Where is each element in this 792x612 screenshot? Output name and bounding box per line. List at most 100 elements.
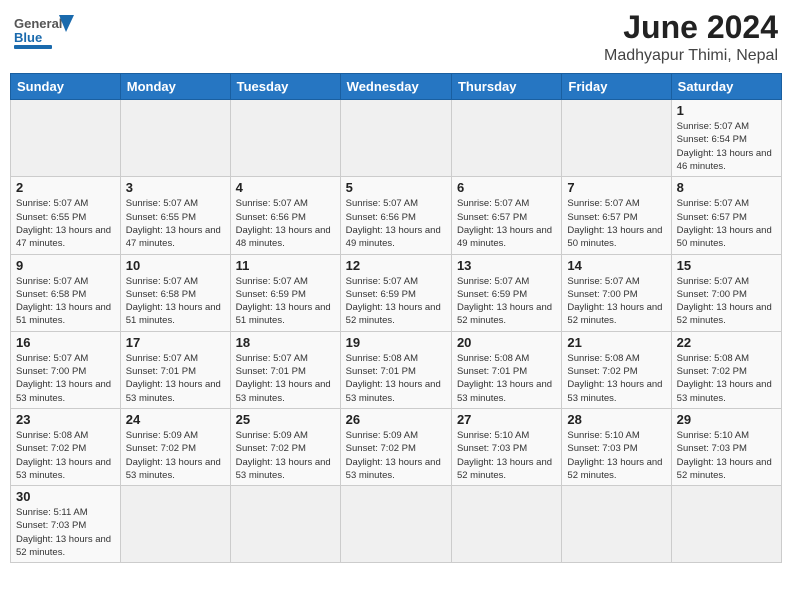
- calendar-day-cell: 28 Sunrise: 5:10 AMSunset: 7:03 PMDayligh…: [562, 408, 671, 485]
- weekday-header-row: SundayMondayTuesdayWednesdayThursdayFrid…: [11, 74, 782, 100]
- day-number: 27: [457, 412, 556, 427]
- calendar-week-row: 16 Sunrise: 5:07 AMSunset: 7:00 PMDayligh…: [11, 331, 782, 408]
- calendar-day-cell: 8 Sunrise: 5:07 AMSunset: 6:57 PMDaylight…: [671, 177, 781, 254]
- calendar-day-cell: 22 Sunrise: 5:08 AMSunset: 7:02 PMDayligh…: [671, 331, 781, 408]
- day-info: Sunrise: 5:09 AMSunset: 7:02 PMDaylight:…: [126, 429, 225, 482]
- day-number: 16: [16, 335, 115, 350]
- day-info: Sunrise: 5:07 AMSunset: 7:01 PMDaylight:…: [126, 352, 225, 405]
- day-number: 24: [126, 412, 225, 427]
- calendar-day-cell: 27 Sunrise: 5:10 AMSunset: 7:03 PMDayligh…: [451, 408, 561, 485]
- calendar-table: SundayMondayTuesdayWednesdayThursdayFrid…: [10, 73, 782, 563]
- day-number: 7: [567, 180, 665, 195]
- day-info: Sunrise: 5:07 AMSunset: 6:57 PMDaylight:…: [457, 197, 556, 250]
- day-info: Sunrise: 5:07 AMSunset: 6:54 PMDaylight:…: [677, 120, 776, 173]
- calendar-day-cell: 26 Sunrise: 5:09 AMSunset: 7:02 PMDayligh…: [340, 408, 451, 485]
- day-info: Sunrise: 5:09 AMSunset: 7:02 PMDaylight:…: [236, 429, 335, 482]
- day-number: 28: [567, 412, 665, 427]
- day-number: 13: [457, 258, 556, 273]
- svg-text:General: General: [14, 16, 62, 31]
- day-number: 22: [677, 335, 776, 350]
- calendar-day-cell: 5 Sunrise: 5:07 AMSunset: 6:56 PMDaylight…: [340, 177, 451, 254]
- calendar-day-cell: 17 Sunrise: 5:07 AMSunset: 7:01 PMDayligh…: [120, 331, 230, 408]
- weekday-header-sunday: Sunday: [11, 74, 121, 100]
- day-info: Sunrise: 5:07 AMSunset: 6:57 PMDaylight:…: [567, 197, 665, 250]
- day-info: Sunrise: 5:07 AMSunset: 6:59 PMDaylight:…: [346, 275, 446, 328]
- day-number: 5: [346, 180, 446, 195]
- calendar-day-cell: 3Sunrise: 5:07 AMSunset: 6:55 PMDaylight…: [120, 177, 230, 254]
- calendar-day-cell: 1 Sunrise: 5:07 AMSunset: 6:54 PMDaylight…: [671, 100, 781, 177]
- calendar-day-cell: 14 Sunrise: 5:07 AMSunset: 7:00 PMDayligh…: [562, 254, 671, 331]
- day-info: Sunrise: 5:07 AMSunset: 6:58 PMDaylight:…: [126, 275, 225, 328]
- day-number: 23: [16, 412, 115, 427]
- day-number: 18: [236, 335, 335, 350]
- day-number: 2: [16, 180, 115, 195]
- svg-text:Blue: Blue: [14, 30, 42, 45]
- day-number: 4: [236, 180, 335, 195]
- day-info: Sunrise: 5:07 AMSunset: 7:00 PMDaylight:…: [16, 352, 115, 405]
- calendar-day-cell: 9Sunrise: 5:07 AMSunset: 6:58 PMDaylight…: [11, 254, 121, 331]
- calendar-day-cell: 13Sunrise: 5:07 AMSunset: 6:59 PMDayligh…: [451, 254, 561, 331]
- calendar-day-cell: [120, 486, 230, 563]
- day-number: 6: [457, 180, 556, 195]
- calendar-day-cell: 4Sunrise: 5:07 AMSunset: 6:56 PMDaylight…: [230, 177, 340, 254]
- day-info: Sunrise: 5:07 AMSunset: 6:55 PMDaylight:…: [126, 197, 225, 250]
- logo-svg: General Blue: [14, 10, 74, 50]
- calendar-day-cell: [120, 100, 230, 177]
- weekday-header-wednesday: Wednesday: [340, 74, 451, 100]
- calendar-day-cell: 23Sunrise: 5:08 AMSunset: 7:02 PMDayligh…: [11, 408, 121, 485]
- day-number: 21: [567, 335, 665, 350]
- calendar-day-cell: 20Sunrise: 5:08 AMSunset: 7:01 PMDayligh…: [451, 331, 561, 408]
- calendar-subtitle: Madhyapur Thimi, Nepal: [604, 47, 778, 65]
- calendar-day-cell: 18 Sunrise: 5:07 AMSunset: 7:01 PMDayligh…: [230, 331, 340, 408]
- day-info: Sunrise: 5:11 AMSunset: 7:03 PMDaylight:…: [16, 506, 115, 559]
- day-info: Sunrise: 5:09 AMSunset: 7:02 PMDaylight:…: [346, 429, 446, 482]
- day-info: Sunrise: 5:07 AMSunset: 6:57 PMDaylight:…: [677, 197, 776, 250]
- day-number: 10: [126, 258, 225, 273]
- weekday-header-tuesday: Tuesday: [230, 74, 340, 100]
- day-number: 19: [346, 335, 446, 350]
- calendar-day-cell: 2 Sunrise: 5:07 AMSunset: 6:55 PMDaylight…: [11, 177, 121, 254]
- day-number: 14: [567, 258, 665, 273]
- day-info: Sunrise: 5:07 AMSunset: 6:59 PMDaylight:…: [236, 275, 335, 328]
- calendar-week-row: 23Sunrise: 5:08 AMSunset: 7:02 PMDayligh…: [11, 408, 782, 485]
- calendar-week-row: 9Sunrise: 5:07 AMSunset: 6:58 PMDaylight…: [11, 254, 782, 331]
- calendar-day-cell: [230, 486, 340, 563]
- calendar-day-cell: [562, 100, 671, 177]
- day-info: Sunrise: 5:07 AMSunset: 7:00 PMDaylight:…: [567, 275, 665, 328]
- day-info: Sunrise: 5:10 AMSunset: 7:03 PMDaylight:…: [457, 429, 556, 482]
- calendar-day-cell: 16 Sunrise: 5:07 AMSunset: 7:00 PMDayligh…: [11, 331, 121, 408]
- calendar-day-cell: 15 Sunrise: 5:07 AMSunset: 7:00 PMDayligh…: [671, 254, 781, 331]
- calendar-day-cell: [562, 486, 671, 563]
- day-number: 8: [677, 180, 776, 195]
- day-number: 1: [677, 103, 776, 118]
- page-header: General Blue June 2024 Madhyapur Thimi, …: [10, 10, 782, 65]
- day-info: Sunrise: 5:10 AMSunset: 7:03 PMDaylight:…: [677, 429, 776, 482]
- calendar-day-cell: 25 Sunrise: 5:09 AMSunset: 7:02 PMDayligh…: [230, 408, 340, 485]
- day-number: 17: [126, 335, 225, 350]
- weekday-header-saturday: Saturday: [671, 74, 781, 100]
- calendar-day-cell: [451, 100, 561, 177]
- day-number: 25: [236, 412, 335, 427]
- calendar-week-row: 1 Sunrise: 5:07 AMSunset: 6:54 PMDaylight…: [11, 100, 782, 177]
- day-info: Sunrise: 5:07 AMSunset: 7:00 PMDaylight:…: [677, 275, 776, 328]
- day-info: Sunrise: 5:08 AMSunset: 7:02 PMDaylight:…: [567, 352, 665, 405]
- day-info: Sunrise: 5:07 AMSunset: 6:56 PMDaylight:…: [346, 197, 446, 250]
- day-number: 20: [457, 335, 556, 350]
- day-info: Sunrise: 5:08 AMSunset: 7:02 PMDaylight:…: [677, 352, 776, 405]
- day-info: Sunrise: 5:07 AMSunset: 6:55 PMDaylight:…: [16, 197, 115, 250]
- day-number: 11: [236, 258, 335, 273]
- calendar-day-cell: 6 Sunrise: 5:07 AMSunset: 6:57 PMDaylight…: [451, 177, 561, 254]
- calendar-week-row: 30Sunrise: 5:11 AMSunset: 7:03 PMDayligh…: [11, 486, 782, 563]
- calendar-title: June 2024: [604, 10, 778, 45]
- calendar-day-cell: 19Sunrise: 5:08 AMSunset: 7:01 PMDayligh…: [340, 331, 451, 408]
- day-number: 26: [346, 412, 446, 427]
- day-info: Sunrise: 5:10 AMSunset: 7:03 PMDaylight:…: [567, 429, 665, 482]
- calendar-day-cell: 10 Sunrise: 5:07 AMSunset: 6:58 PMDayligh…: [120, 254, 230, 331]
- calendar-day-cell: 12Sunrise: 5:07 AMSunset: 6:59 PMDayligh…: [340, 254, 451, 331]
- day-info: Sunrise: 5:07 AMSunset: 7:01 PMDaylight:…: [236, 352, 335, 405]
- weekday-header-thursday: Thursday: [451, 74, 561, 100]
- logo: General Blue: [14, 10, 74, 50]
- calendar-day-cell: [451, 486, 561, 563]
- day-number: 15: [677, 258, 776, 273]
- calendar-day-cell: 21 Sunrise: 5:08 AMSunset: 7:02 PMDayligh…: [562, 331, 671, 408]
